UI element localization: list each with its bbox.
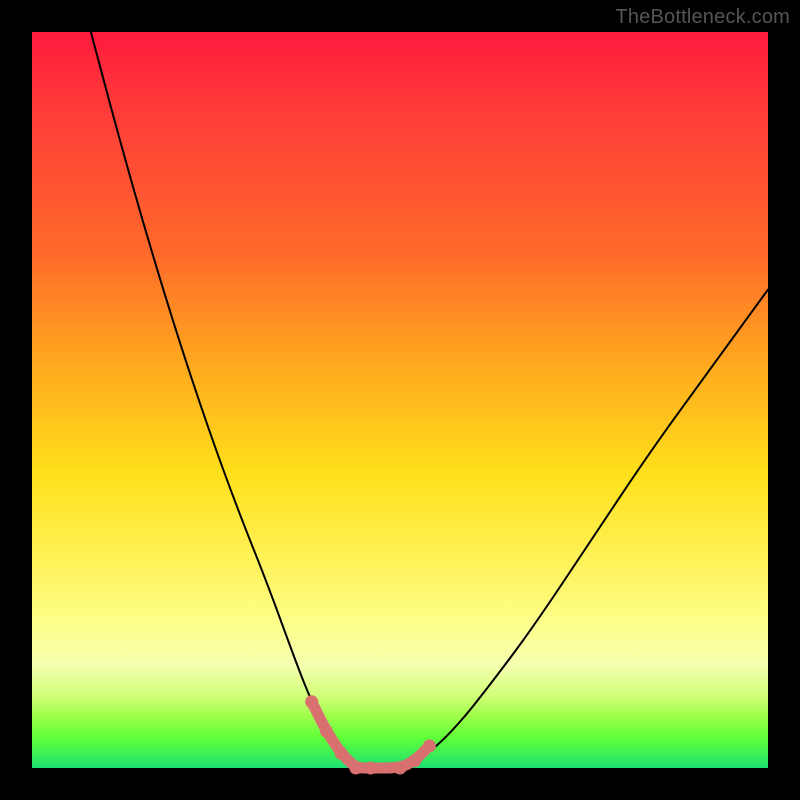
series-point [394, 762, 407, 775]
series-group [91, 32, 768, 775]
plot-area [32, 32, 768, 768]
series-point [335, 747, 348, 760]
series-point [364, 762, 377, 775]
series-point [349, 762, 362, 775]
series-point [305, 695, 318, 708]
series-point [408, 754, 421, 767]
chart-frame: TheBottleneck.com [0, 0, 800, 800]
series-point [320, 725, 333, 738]
series-black-curve [91, 32, 768, 768]
series-point [423, 739, 436, 752]
chart-svg [32, 32, 768, 768]
watermark-text: TheBottleneck.com [615, 6, 790, 29]
